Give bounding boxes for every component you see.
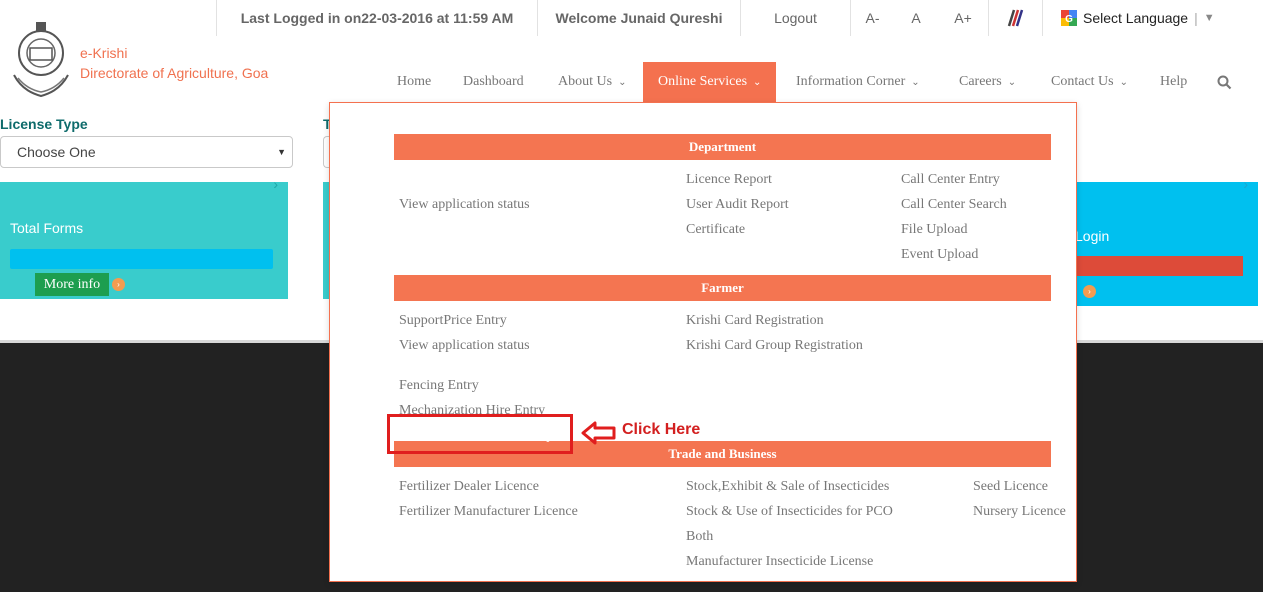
dept-user-audit-report[interactable]: User Audit Report [686,197,789,213]
trade-nursery-licence[interactable]: Nursery Licence [973,504,1066,520]
arrow-circle-right-icon[interactable]: › [112,278,125,291]
farmer-view-application-status[interactable]: View application status [399,338,530,354]
font-increase-button[interactable]: A+ [938,0,988,36]
chevron-down-icon: ⌄ [618,76,627,88]
welcome-text: Welcome Junaid Qureshi [537,0,740,36]
dept-file-upload[interactable]: File Upload [901,222,968,238]
online-services-dropdown: Department View application status Licen… [329,102,1077,582]
divider: | [1194,10,1198,26]
search-icon [1217,75,1232,89]
chevron-down-icon: ⌄ [1119,76,1128,88]
nav-contact[interactable]: Contact Us ⌄ [1051,62,1128,102]
trade-seed-licence[interactable]: Seed Licence [973,479,1048,495]
trade-fertilizer-manufacturer-licence[interactable]: Fertilizer Manufacturer Licence [399,504,578,520]
select-arrow-icon: ▼ [277,147,286,157]
farmer-supportprice-entry[interactable]: SupportPrice Entry [399,313,507,329]
nav-contact-label: Contact Us [1051,74,1114,89]
last-logged-text: Last Logged in on22-03-2016 at 11:59 AM [216,0,537,36]
nav-about-label: About Us [558,74,613,89]
chevron-down-icon: ⌄ [1007,76,1017,88]
farmer-krishi-card-registration[interactable]: Krishi Card Registration [686,313,824,329]
goa-emblem-logo[interactable] [8,20,74,98]
nav-careers-label: Careers [959,74,1002,89]
nav-help-label: Help [1160,74,1188,89]
caret-right-icon: › [1243,176,1248,192]
highlight-box [387,414,573,454]
chevron-down-icon: ⌄ [911,76,920,88]
login-card: › Login › [1075,176,1258,306]
svg-text:G: G [1065,14,1073,25]
total-forms-title: Total Forms [10,220,84,236]
google-icon: G [1061,10,1077,26]
nav-information-corner-label: Information Corner [796,74,906,89]
dept-licence-report[interactable]: Licence Report [686,172,772,188]
nav-home[interactable]: Home [397,62,431,102]
logout-link[interactable]: Logout [740,0,850,36]
nav-home-label: Home [397,74,432,89]
font-normal-button[interactable]: A [894,0,938,36]
section-department: Department [394,134,1051,160]
color-stripes-icon [1007,9,1023,27]
trade-stock-use-insecticides-pco[interactable]: Stock & Use of Insecticides for PCO [686,504,893,520]
nav-dashboard[interactable]: Dashboard [463,62,524,102]
total-forms-bar [10,249,273,269]
total-forms-card: › Total Forms More info › [0,176,288,299]
trade-both[interactable]: Both [686,529,713,545]
arrow-left-icon [581,421,616,445]
click-here-annotation: Click Here [622,421,701,438]
trade-manufacturer-insecticide-license[interactable]: Manufacturer Insecticide License [686,554,873,570]
arrow-circle-right-icon[interactable]: › [1083,285,1096,298]
nav-help[interactable]: Help [1160,62,1187,102]
farmer-krishi-card-group-registration[interactable]: Krishi Card Group Registration [686,338,863,354]
contrast-toggle[interactable] [988,0,1042,36]
nav-dashboard-label: Dashboard [463,74,524,89]
farmer-fencing-entry[interactable]: Fencing Entry [399,378,479,394]
dept-certificate[interactable]: Certificate [686,222,745,238]
dept-call-center-entry[interactable]: Call Center Entry [901,172,1000,188]
more-info-button[interactable]: More info [35,273,109,296]
language-selector[interactable]: G Select Language | ▼ [1042,0,1263,36]
select-language-label: Select Language [1083,10,1189,26]
top-bar: Last Logged in on22-03-2016 at 11:59 AM … [0,0,1263,36]
caret-right-icon: › [273,176,278,192]
login-card-bar [1075,256,1243,276]
nav-about[interactable]: About Us ⌄ [558,62,626,102]
nav-online-services[interactable]: Online Services ⌄ [643,62,777,102]
caret-down-icon: ▼ [1203,12,1215,24]
license-type-label: License Type [0,116,88,132]
login-card-title: Login [1075,228,1110,244]
trade-stock-exhibit-sale-insecticides[interactable]: Stock,Exhibit & Sale of Insecticides [686,479,889,495]
dept-view-application-status[interactable]: View application status [399,197,530,213]
trade-fertilizer-dealer-licence[interactable]: Fertilizer Dealer Licence [399,479,539,495]
dept-call-center-search[interactable]: Call Center Search [901,197,1007,213]
chevron-down-icon: ⌄ [753,76,762,88]
dept-event-upload[interactable]: Event Upload [901,247,978,263]
nav-information-corner[interactable]: Information Corner ⌄ [796,62,920,102]
nav-careers[interactable]: Careers ⌄ [959,62,1016,102]
license-type-select[interactable]: Choose One ▼ [0,136,293,168]
search-button[interactable] [1217,62,1232,102]
section-farmer: Farmer [394,275,1051,301]
font-decrease-button[interactable]: A- [850,0,894,36]
license-type-value: Choose One [17,144,96,160]
nav-online-services-label: Online Services [658,74,748,89]
brand-name: e-Krishi [80,45,128,61]
brand-subtitle: Directorate of Agriculture, Goa [80,65,269,81]
